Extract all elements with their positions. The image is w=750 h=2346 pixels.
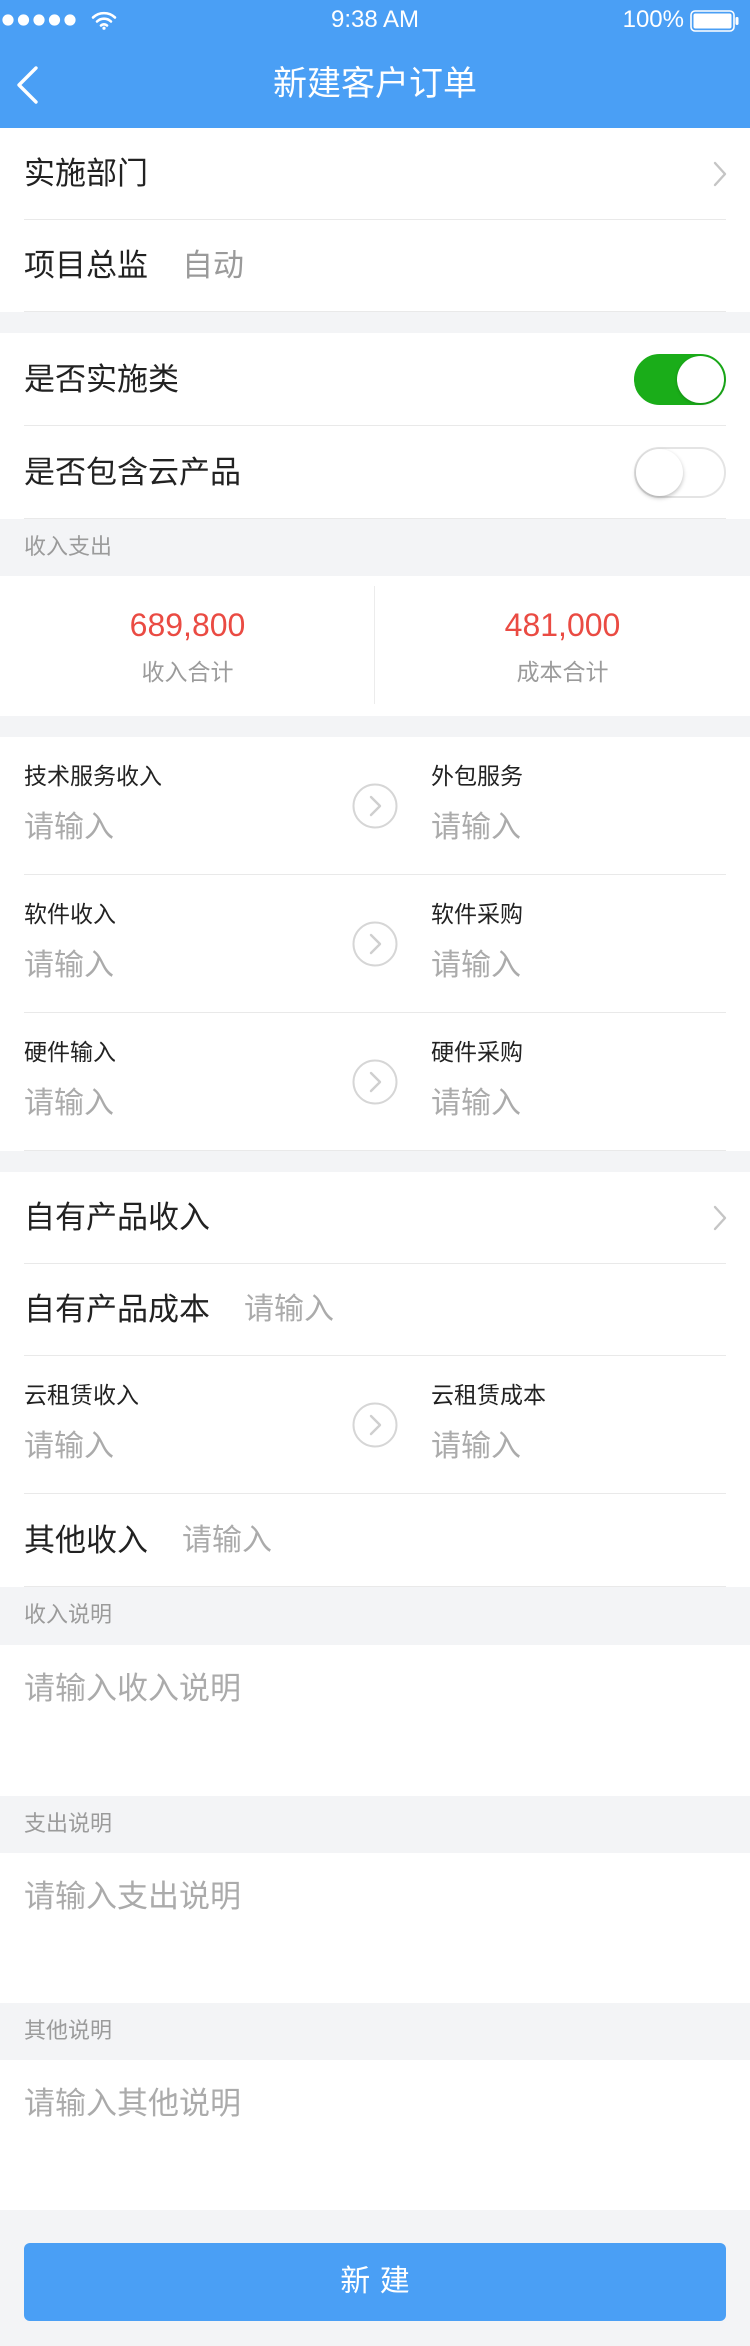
- pair-right-label: 硬件采购: [431, 1040, 523, 1066]
- pair-row-cloud-lease: 云租赁收入 云租赁成本: [0, 1356, 750, 1494]
- implementation-row: 是否实施类: [0, 333, 750, 426]
- income-cost-pairs-group: 技术服务收入 外包服务 软件收入 软件采购 硬件输入: [0, 737, 750, 1151]
- circle-arrow-icon[interactable]: [352, 1059, 398, 1105]
- own-product-cost-label: 自有产品成本: [24, 1292, 210, 1328]
- signal-dots-icon: [2, 14, 76, 26]
- pair-right: 软件采购: [431, 875, 721, 1013]
- own-product-cost-input[interactable]: [244, 1290, 624, 1330]
- circle-arrow-icon[interactable]: [352, 921, 398, 967]
- pair-left-label: 技术服务收入: [24, 764, 162, 790]
- pair-row-tech-service: 技术服务收入 外包服务: [0, 737, 750, 875]
- software-income-input[interactable]: [24, 946, 304, 986]
- battery-percentage: 100%: [622, 6, 684, 33]
- cloud-lease-cost-input[interactable]: [431, 1427, 711, 1467]
- hardware-income-input[interactable]: [24, 1084, 304, 1124]
- implementation-label: 是否实施类: [24, 361, 179, 398]
- income-note-textarea[interactable]: [24, 1668, 726, 1778]
- pair-left: 技术服务收入: [24, 737, 314, 875]
- income-note-box: [0, 1645, 750, 1796]
- pair-right-label: 外包服务: [431, 764, 523, 790]
- pair-left: 软件收入: [24, 875, 314, 1013]
- software-purchase-input[interactable]: [431, 946, 711, 986]
- implementation-toggle[interactable]: [634, 354, 726, 405]
- signal-dot: [2, 14, 14, 26]
- page-title: 新建客户订单: [273, 64, 477, 104]
- circle-arrow-icon[interactable]: [352, 1402, 398, 1448]
- footer: 新 建: [0, 2210, 750, 2346]
- pair-row-hardware: 硬件输入 硬件采购: [0, 1013, 750, 1151]
- status-bar: 9:38 AM 100%: [0, 0, 750, 40]
- pair-left: 云租赁收入: [24, 1356, 314, 1494]
- income-total: 689,800 收入合计: [0, 576, 375, 716]
- battery-icon: [690, 10, 739, 32]
- other-note-box: [0, 2060, 750, 2210]
- pair-left-label: 云租赁收入: [24, 1383, 139, 1409]
- expense-note-box: [0, 1853, 750, 2003]
- cost-total-label: 成本合计: [516, 660, 609, 686]
- income-note-header: 收入说明: [24, 1603, 113, 1628]
- other-income-input[interactable]: [182, 1520, 562, 1561]
- totals-summary: 689,800 收入合计 481,000 成本合计: [0, 576, 750, 716]
- cloud-product-row: 是否包含云产品: [0, 426, 750, 519]
- cloud-product-label: 是否包含云产品: [24, 454, 241, 491]
- other-income-row: 其他收入: [0, 1494, 750, 1587]
- pair-left-label: 硬件输入: [24, 1040, 116, 1066]
- own-product-income-label: 自有产品收入: [24, 1200, 210, 1236]
- pair-right: 云租赁成本: [431, 1356, 721, 1494]
- status-time: 9:38 AM: [330, 6, 420, 33]
- director-row: 项目总监 自动: [0, 220, 750, 312]
- products-group: 自有产品收入 自有产品成本 云租赁收入 云租赁成本 其他收入: [0, 1172, 750, 1587]
- cost-total: 481,000 成本合计: [375, 576, 750, 716]
- other-note-header: 其他说明: [24, 2019, 113, 2044]
- department-row[interactable]: 实施部门: [0, 128, 750, 220]
- toggle-knob: [677, 356, 724, 403]
- tech-service-income-input[interactable]: [24, 808, 304, 848]
- toggle-knob: [636, 449, 683, 496]
- chevron-right-icon: [713, 1205, 727, 1231]
- cloud-product-toggle[interactable]: [634, 447, 726, 498]
- nav-bar: 新建客户订单: [0, 40, 750, 128]
- wifi-icon: [91, 11, 117, 30]
- income-total-label: 收入合计: [141, 660, 234, 686]
- expense-note-textarea[interactable]: [24, 1876, 726, 1986]
- other-income-label: 其他收入: [24, 1522, 148, 1559]
- pair-right-label: 云租赁成本: [431, 1383, 546, 1409]
- signal-dot: [64, 14, 76, 26]
- director-value: 自动: [182, 248, 244, 284]
- pair-right: 外包服务: [431, 737, 721, 875]
- chevron-right-icon: [713, 161, 727, 187]
- signal-dot: [33, 14, 45, 26]
- create-button[interactable]: 新 建: [24, 2243, 726, 2321]
- income-expense-header: 收入支出: [24, 535, 113, 560]
- basic-info-group: 实施部门 项目总监 自动: [0, 128, 750, 312]
- pair-right-label: 软件采购: [431, 902, 523, 928]
- cloud-lease-income-input[interactable]: [24, 1427, 304, 1467]
- department-label: 实施部门: [24, 156, 148, 192]
- signal-dot: [48, 14, 61, 26]
- expense-note-header: 支出说明: [24, 1812, 113, 1837]
- circle-arrow-icon[interactable]: [352, 783, 398, 829]
- own-product-income-row[interactable]: 自有产品收入: [0, 1172, 750, 1264]
- chevron-left-icon[interactable]: [14, 64, 42, 106]
- cost-total-amount: 481,000: [504, 607, 621, 643]
- pair-right: 硬件采购: [431, 1013, 721, 1151]
- switches-group: 是否实施类 是否包含云产品: [0, 333, 750, 519]
- income-total-amount: 689,800: [129, 607, 246, 643]
- pair-left-label: 软件收入: [24, 902, 116, 928]
- director-label: 项目总监: [24, 248, 148, 284]
- own-product-cost-row: 自有产品成本: [0, 1264, 750, 1356]
- other-note-textarea[interactable]: [24, 2083, 726, 2193]
- outsourcing-input[interactable]: [431, 808, 711, 848]
- hardware-purchase-input[interactable]: [431, 1084, 711, 1124]
- pair-left: 硬件输入: [24, 1013, 314, 1151]
- top-bar: 9:38 AM 100% 新建客户订单: [0, 0, 750, 128]
- signal-dot: [17, 14, 30, 26]
- pair-row-software: 软件收入 软件采购: [0, 875, 750, 1013]
